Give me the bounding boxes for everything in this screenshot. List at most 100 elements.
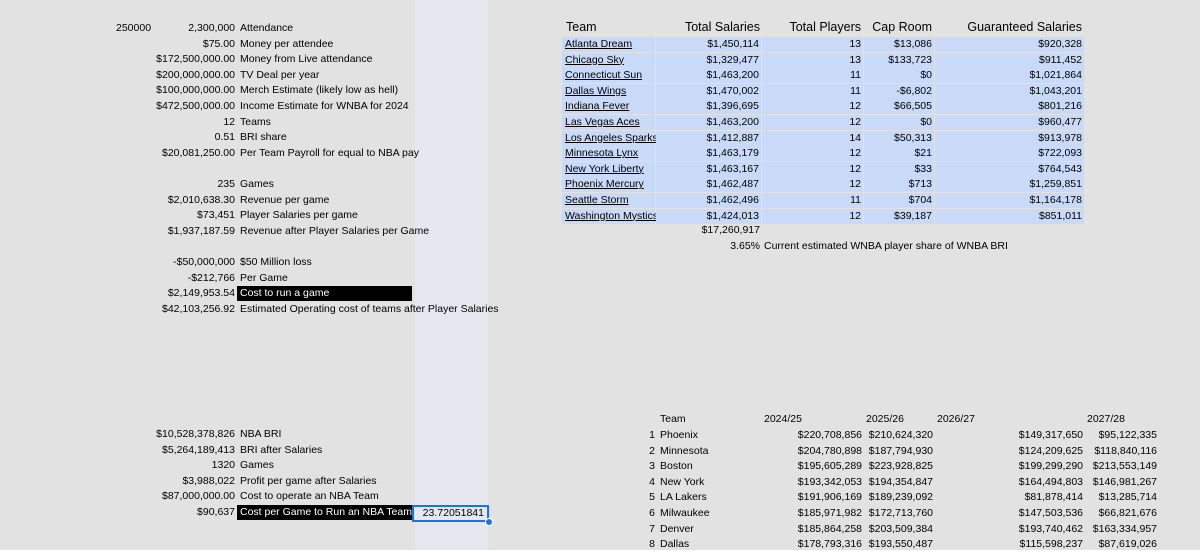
- rank-cell[interactable]: 4: [600, 475, 655, 490]
- guaranteed-cell[interactable]: $764,543: [935, 161, 1084, 177]
- salary-cell[interactable]: $1,463,200: [656, 115, 761, 130]
- label-cell[interactable]: Teams: [240, 115, 271, 130]
- nba-header-team[interactable]: Team: [660, 412, 686, 427]
- label-cell[interactable]: Revenue after Player Salaries per Game: [240, 224, 429, 239]
- guaranteed-cell[interactable]: $960,477: [935, 115, 1084, 130]
- guaranteed-cell[interactable]: $1,164,178: [935, 193, 1084, 208]
- players-cell[interactable]: 11: [762, 68, 863, 84]
- guaranteed-cell[interactable]: $1,021,864: [935, 68, 1084, 84]
- team-link[interactable]: Seattle Storm: [562, 193, 655, 208]
- rank-cell[interactable]: 2: [600, 444, 655, 459]
- value-cell[interactable]: $200,000,000.00: [149, 68, 235, 83]
- value-cell[interactable]: $87,000,000.00: [149, 489, 235, 504]
- y4-cell[interactable]: $146,981,267: [1085, 475, 1157, 490]
- y3-cell[interactable]: $193,740,462: [935, 522, 1083, 537]
- value-cell[interactable]: $42,103,256.92: [149, 302, 235, 317]
- cap-cell[interactable]: $713: [864, 177, 934, 193]
- label-cell[interactable]: Merch Estimate (likely low as hell): [240, 83, 398, 98]
- label-cell[interactable]: Player Salaries per game: [240, 208, 358, 223]
- y3-cell[interactable]: $149,317,650: [935, 428, 1083, 443]
- players-cell[interactable]: 12: [762, 208, 863, 224]
- guaranteed-cell[interactable]: $920,328: [935, 37, 1084, 52]
- cap-cell[interactable]: $50,313: [864, 130, 934, 146]
- salary-cell[interactable]: $1,450,114: [656, 37, 761, 52]
- players-cell[interactable]: 11: [762, 193, 863, 208]
- salary-cell[interactable]: $1,396,695: [656, 99, 761, 115]
- y4-cell[interactable]: $66,821,676: [1085, 506, 1157, 521]
- salary-cell[interactable]: $1,329,477: [656, 52, 761, 68]
- value-cell[interactable]: -$50,000,000: [149, 255, 235, 270]
- nba-team-cell[interactable]: LA Lakers: [660, 490, 707, 505]
- cap-cell[interactable]: $133,723: [864, 52, 934, 68]
- cap-cell[interactable]: $13,086: [864, 37, 934, 52]
- value-cell[interactable]: $100,000,000.00: [149, 83, 235, 98]
- value-cell[interactable]: $20,081,250.00: [149, 146, 235, 161]
- salary-cell[interactable]: $1,470,002: [656, 83, 761, 99]
- value-cell[interactable]: $2,010,638.30: [149, 193, 235, 208]
- value-cell[interactable]: 2,300,000: [149, 21, 235, 36]
- nba-team-cell[interactable]: Phoenix: [660, 428, 698, 443]
- guaranteed-cell[interactable]: $911,452: [935, 52, 1084, 68]
- salary-cell[interactable]: $1,462,496: [656, 193, 761, 208]
- fill-handle[interactable]: [485, 518, 493, 526]
- value-cell[interactable]: $90,637: [149, 505, 235, 520]
- players-cell[interactable]: 12: [762, 146, 863, 162]
- salary-cell[interactable]: $1,463,179: [656, 146, 761, 162]
- cap-cell[interactable]: $66,505: [864, 99, 934, 115]
- guaranteed-cell[interactable]: $801,216: [935, 99, 1084, 115]
- team-link[interactable]: Indiana Fever: [562, 99, 655, 115]
- corner-value[interactable]: 250000: [116, 21, 151, 36]
- value-cell[interactable]: $10,528,378,826: [149, 427, 235, 442]
- label-cell[interactable]: Games: [240, 177, 274, 192]
- team-link[interactable]: New York Liberty: [562, 161, 655, 177]
- y2-cell[interactable]: $203,509,384: [864, 522, 933, 537]
- guaranteed-cell[interactable]: $722,093: [935, 146, 1084, 162]
- cap-cell[interactable]: -$6,802: [864, 83, 934, 99]
- players-cell[interactable]: 13: [762, 52, 863, 68]
- rank-cell[interactable]: 5: [600, 490, 655, 505]
- y1-cell[interactable]: $204,780,898: [762, 444, 862, 459]
- team-link[interactable]: Dallas Wings: [562, 83, 655, 99]
- wnba-total-salaries[interactable]: $17,260,917: [656, 223, 760, 238]
- players-cell[interactable]: 12: [762, 99, 863, 115]
- team-link[interactable]: Chicago Sky: [562, 52, 655, 68]
- nba-team-cell[interactable]: Denver: [660, 522, 694, 537]
- players-cell[interactable]: 12: [762, 115, 863, 130]
- y1-cell[interactable]: $195,605,289: [762, 459, 862, 474]
- value-cell[interactable]: 235: [149, 177, 235, 192]
- nba-team-cell[interactable]: Boston: [660, 459, 693, 474]
- y4-cell[interactable]: $95,122,335: [1085, 428, 1157, 443]
- wnba-header-cap[interactable]: Cap Room: [864, 20, 932, 35]
- team-link[interactable]: Atlanta Dream: [562, 37, 655, 52]
- value-cell[interactable]: $3,988,022: [149, 474, 235, 489]
- nba-team-cell[interactable]: Minnesota: [660, 444, 708, 459]
- wnba-header-salaries[interactable]: Total Salaries: [656, 20, 760, 35]
- value-cell[interactable]: -$212,766: [149, 271, 235, 286]
- cap-cell[interactable]: $704: [864, 193, 934, 208]
- team-link[interactable]: Washington Mystics: [562, 208, 658, 224]
- y3-cell[interactable]: $164,494,803: [935, 475, 1083, 490]
- y4-cell[interactable]: $163,334,957: [1085, 522, 1157, 537]
- players-cell[interactable]: 12: [762, 161, 863, 177]
- wnba-share-percent[interactable]: 3.65%: [700, 239, 760, 254]
- label-cell[interactable]: BRI share: [240, 130, 287, 145]
- label-cell[interactable]: Games: [240, 458, 274, 473]
- label-cell[interactable]: $50 Million loss: [240, 255, 312, 270]
- y1-cell[interactable]: $185,971,982: [762, 506, 862, 521]
- y2-cell[interactable]: $223,928,825: [864, 459, 933, 474]
- y1-cell[interactable]: $191,906,169: [762, 490, 862, 505]
- salary-cell[interactable]: $1,463,200: [656, 68, 761, 84]
- team-link[interactable]: Los Angeles Sparks: [562, 130, 658, 146]
- label-cell[interactable]: Money per attendee: [240, 37, 333, 52]
- label-cell[interactable]: Money from Live attendance: [240, 52, 373, 67]
- label-cell[interactable]: Cost per Game to Run an NBA Team: [237, 505, 412, 520]
- selected-cell[interactable]: 23.72051841: [412, 505, 489, 522]
- label-cell[interactable]: NBA BRI: [240, 427, 281, 442]
- team-link[interactable]: Connecticut Sun: [562, 68, 655, 84]
- guaranteed-cell[interactable]: $1,043,201: [935, 83, 1084, 99]
- nba-team-cell[interactable]: Milwaukee: [660, 506, 710, 521]
- value-cell[interactable]: $1,937,187.59: [149, 224, 235, 239]
- label-cell[interactable]: Per Team Payroll for equal to NBA pay: [240, 146, 419, 161]
- label-cell[interactable]: Profit per game after Salaries: [240, 474, 377, 489]
- y2-cell[interactable]: $210,624,320: [864, 428, 933, 443]
